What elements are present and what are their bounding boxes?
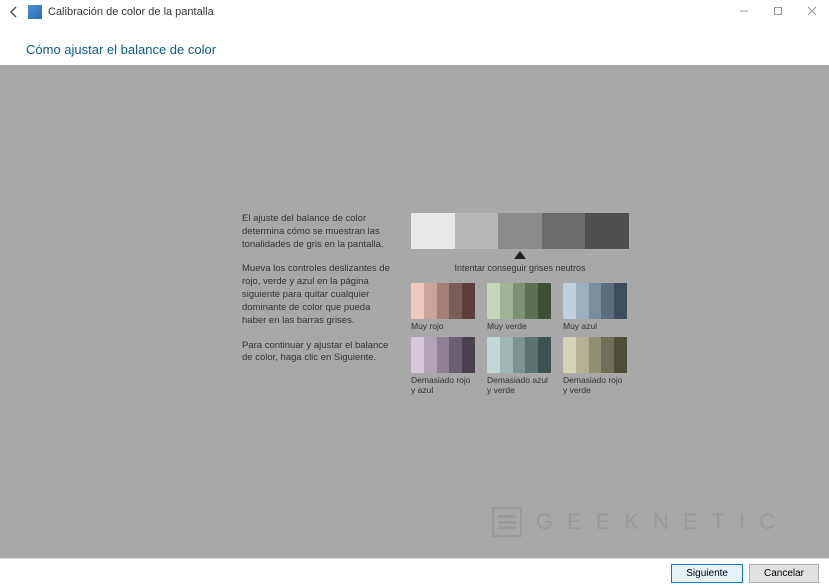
instruction-paragraph: Mueva los controles deslizantes de rojo,…	[242, 263, 397, 327]
color-cast-label: Muy rojo	[411, 322, 475, 331]
app-icon	[28, 5, 42, 19]
instruction-paragraph: El ajuste del balance de color determina…	[242, 213, 397, 251]
watermark-text: GEEKNETIC	[536, 509, 789, 535]
neutral-gray-strip	[411, 213, 629, 249]
color-strip	[487, 283, 551, 319]
color-cast-sample: Demasiado rojo y verde	[563, 337, 627, 395]
color-cast-label: Muy azul	[563, 322, 627, 331]
cancel-button[interactable]: Cancelar	[749, 564, 819, 583]
color-cast-sample: Demasiado rojo y azul	[411, 337, 475, 395]
page-heading: Cómo ajustar el balance de color	[0, 24, 829, 65]
color-cast-grid: Muy rojo Muy verde Muy azul Demasiado rojo …	[411, 283, 629, 395]
content-area: El ajuste del balance de color determina…	[0, 65, 829, 575]
watermark: GEEKNETIC	[492, 507, 789, 537]
color-cast-sample: Muy verde	[487, 283, 551, 331]
gray-segment	[498, 213, 542, 249]
color-strip	[563, 337, 627, 373]
watermark-icon	[492, 507, 522, 537]
color-strip	[487, 337, 551, 373]
color-cast-sample: Muy azul	[563, 283, 627, 331]
color-strip	[411, 283, 475, 319]
instructions: El ajuste del balance de color determina…	[242, 213, 397, 395]
color-cast-label: Demasiado rojo y azul	[411, 376, 475, 395]
color-cast-label: Demasiado rojo y verde	[563, 376, 627, 395]
window-controls	[727, 0, 829, 22]
minimize-button[interactable]	[727, 0, 761, 22]
color-cast-label: Demasiado azul y verde	[487, 376, 551, 395]
color-strip	[411, 337, 475, 373]
pointer-up-icon	[514, 251, 526, 259]
close-button[interactable]	[795, 0, 829, 22]
next-button[interactable]: Siguiente	[671, 564, 743, 583]
window-title: Calibración de color de la pantalla	[48, 6, 214, 18]
gray-segment	[411, 213, 455, 249]
maximize-button[interactable]	[761, 0, 795, 22]
color-samples-panel: Intentar conseguir grises neutros Muy ro…	[411, 213, 629, 395]
instruction-paragraph: Para continuar y ajustar el balance de c…	[242, 340, 397, 366]
color-cast-sample: Muy rojo	[411, 283, 475, 331]
footer: Siguiente Cancelar	[0, 558, 829, 588]
gray-segment	[455, 213, 499, 249]
back-button[interactable]	[4, 2, 24, 22]
color-cast-sample: Demasiado azul y verde	[487, 337, 551, 395]
color-strip	[563, 283, 627, 319]
titlebar: Calibración de color de la pantalla	[0, 0, 829, 24]
gray-segment	[585, 213, 629, 249]
color-cast-label: Muy verde	[487, 322, 551, 331]
neutral-gray-label: Intentar conseguir grises neutros	[411, 263, 629, 273]
gray-segment	[542, 213, 586, 249]
